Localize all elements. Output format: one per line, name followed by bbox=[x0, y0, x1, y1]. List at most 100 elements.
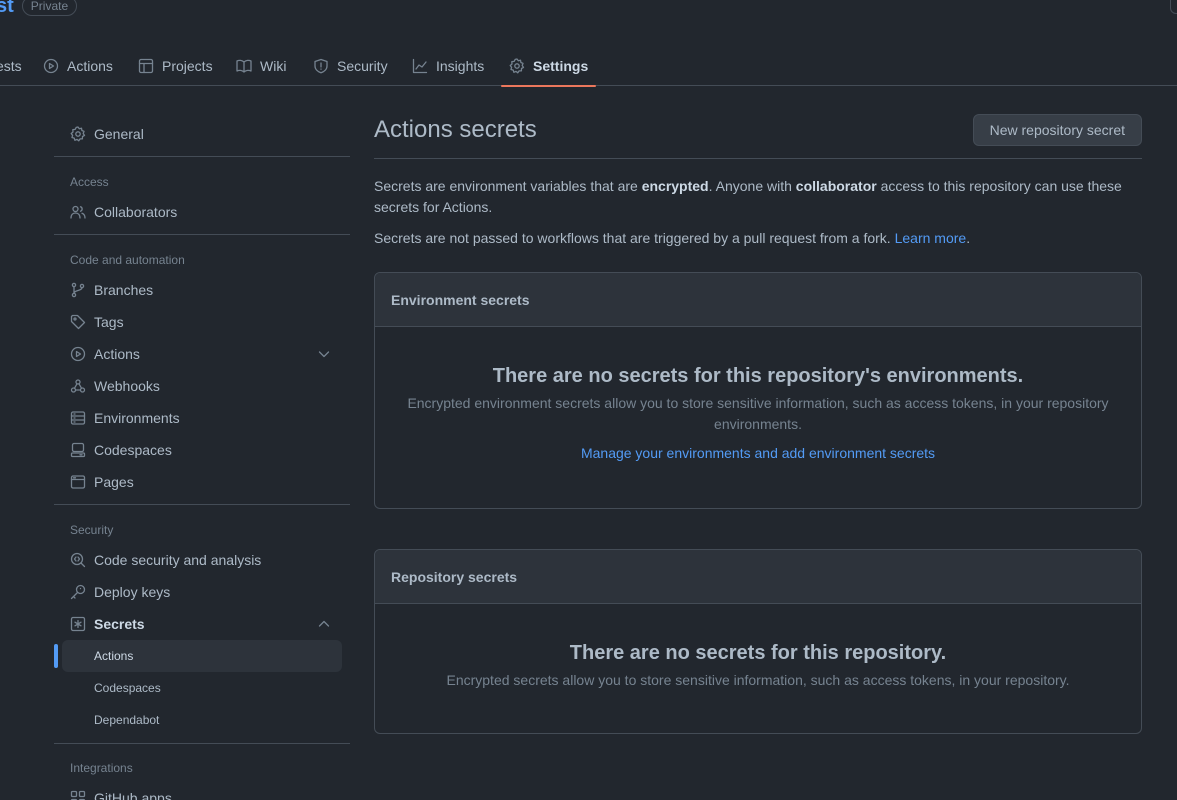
fork-note-text: Secrets are not passed to workflows that… bbox=[374, 230, 895, 246]
fork-note: Secrets are not passed to workflows that… bbox=[374, 228, 1142, 249]
learn-more-link[interactable]: Learn more bbox=[895, 230, 967, 246]
sidebar-item-label: General bbox=[94, 126, 144, 142]
repo-tabs: ests Actions Projects Wiki Security Insi… bbox=[0, 46, 1177, 87]
tab-actions[interactable]: Actions bbox=[43, 46, 113, 86]
tab-settings[interactable]: Settings bbox=[500, 46, 597, 87]
empty-title: There are no secrets for this repository… bbox=[492, 365, 1024, 387]
tab-settings-label: Settings bbox=[533, 58, 589, 74]
sidebar-item-label: Deploy keys bbox=[94, 584, 171, 600]
sidebar-item-branches[interactable]: Branches bbox=[54, 274, 342, 306]
sidebar-item-code-security[interactable]: Code security and analysis bbox=[54, 544, 342, 576]
divider bbox=[54, 504, 350, 505]
manage-environments-link[interactable]: Manage your environments and add environ… bbox=[581, 445, 935, 461]
play-icon bbox=[43, 58, 59, 74]
intro-part: . Anyone with bbox=[708, 178, 796, 194]
gear-icon bbox=[70, 126, 86, 142]
divider bbox=[54, 234, 350, 235]
divider bbox=[54, 743, 350, 744]
sidebar-item-environments[interactable]: Environments bbox=[54, 402, 342, 434]
sidebar-subitem-secrets-dependabot[interactable]: Dependabot bbox=[62, 704, 342, 736]
codespaces-icon bbox=[70, 442, 86, 458]
asterisk-square-icon bbox=[70, 616, 86, 632]
chevron-down-icon[interactable] bbox=[316, 346, 332, 362]
shield-icon bbox=[313, 58, 329, 74]
environment-secrets-empty-state: There are no secrets for this repository… bbox=[375, 365, 1141, 461]
repository-secrets-box: Repository secrets There are no secrets … bbox=[374, 549, 1142, 734]
tab-projects-label: Projects bbox=[162, 58, 213, 74]
intro-part: Secrets are environment variables that a… bbox=[374, 178, 642, 194]
empty-title: There are no secrets for this repository… bbox=[569, 642, 947, 664]
sidebar-item-github-apps[interactable]: GitHub apps bbox=[54, 782, 342, 800]
intro-bold: encrypted bbox=[641, 178, 709, 194]
repo-name-link[interactable]: st bbox=[0, 0, 14, 18]
page-title: Actions secrets bbox=[374, 116, 537, 143]
intro-bold: collaborator bbox=[795, 178, 877, 194]
visibility-badge: Private bbox=[21, 0, 78, 16]
fork-note-period: . bbox=[966, 230, 971, 246]
chevron-up-icon[interactable] bbox=[316, 616, 332, 632]
manage-environments-wrap: Manage your environments and add environ… bbox=[407, 445, 1109, 461]
empty-description: Encrypted environment secrets allow you … bbox=[407, 395, 1109, 432]
server-icon bbox=[70, 410, 86, 426]
sidebar-item-label: Pages bbox=[94, 474, 134, 490]
tab-wiki[interactable]: Wiki bbox=[236, 46, 286, 86]
sidebar-subitem-secrets-codespaces[interactable]: Codespaces bbox=[62, 672, 342, 704]
play-icon bbox=[70, 346, 86, 362]
tab-projects[interactable]: Projects bbox=[138, 46, 213, 86]
tab-wiki-label: Wiki bbox=[260, 58, 287, 74]
sidebar-item-label: Codespaces bbox=[94, 442, 172, 458]
sidebar-item-deploy-keys[interactable]: Deploy keys bbox=[54, 576, 342, 608]
apps-icon bbox=[70, 790, 86, 800]
tag-icon bbox=[70, 314, 86, 330]
sidebar-item-codespaces[interactable]: Codespaces bbox=[54, 434, 342, 466]
webhook-icon bbox=[70, 378, 86, 394]
sidebar-item-tags[interactable]: Tags bbox=[54, 306, 342, 338]
repository-secrets-empty-state: There are no secrets for this repository… bbox=[375, 642, 1141, 691]
branch-icon bbox=[70, 282, 86, 298]
section-heading-code-automation: Code and automation bbox=[70, 253, 185, 267]
section-heading-integrations: Integrations bbox=[70, 761, 133, 775]
environment-secrets-heading: Environment secrets bbox=[375, 273, 1141, 327]
tab-insights-label: Insights bbox=[436, 58, 485, 74]
graph-icon bbox=[412, 58, 428, 74]
people-icon bbox=[70, 204, 86, 220]
sidebar-item-pages[interactable]: Pages bbox=[54, 466, 342, 498]
gear-icon bbox=[509, 58, 525, 74]
divider bbox=[54, 156, 350, 157]
codescan-icon bbox=[70, 552, 86, 568]
book-icon bbox=[236, 58, 252, 74]
new-repository-secret-button[interactable]: New repository secret bbox=[972, 114, 1142, 146]
empty-description: Encrypted secrets allow you to store sen… bbox=[446, 672, 1070, 688]
sidebar-item-actions[interactable]: Actions bbox=[54, 338, 342, 370]
repository-secrets-heading: Repository secrets bbox=[375, 550, 1141, 604]
sidebar-item-label: Secrets bbox=[94, 616, 145, 632]
sidebar-item-label: Tags bbox=[94, 314, 124, 330]
table-icon bbox=[138, 58, 154, 74]
section-heading-security: Security bbox=[70, 523, 114, 537]
tab-security[interactable]: Security bbox=[313, 46, 388, 86]
repo-header: st Private bbox=[0, 0, 78, 18]
intro-text: Secrets are environment variables that a… bbox=[374, 176, 1142, 218]
environment-secrets-box: Environment secrets There are no secrets… bbox=[374, 272, 1142, 509]
sidebar-subitem-secrets-actions[interactable]: Actions bbox=[54, 640, 342, 672]
sidebar-item-secrets[interactable]: Secrets bbox=[54, 608, 342, 640]
tab-pull-requests-label: ests bbox=[0, 58, 22, 74]
sidebar-item-webhooks[interactable]: Webhooks bbox=[54, 370, 342, 402]
header-action-button[interactable] bbox=[1170, 0, 1177, 14]
sidebar-item-label: Branches bbox=[94, 282, 154, 298]
key-icon bbox=[70, 584, 86, 600]
sidebar-item-general[interactable]: General bbox=[54, 118, 342, 150]
sidebar-item-label: Actions bbox=[94, 346, 140, 362]
divider bbox=[374, 158, 1142, 159]
tab-pull-requests[interactable]: ests bbox=[0, 46, 22, 86]
tab-actions-label: Actions bbox=[67, 58, 113, 74]
sidebar-item-label: GitHub apps bbox=[94, 790, 172, 800]
browser-icon bbox=[70, 474, 86, 490]
sidebar-item-label: Collaborators bbox=[94, 204, 178, 220]
sidebar-item-collaborators[interactable]: Collaborators bbox=[54, 196, 342, 228]
tab-security-label: Security bbox=[337, 58, 388, 74]
sidebar-item-label: Environments bbox=[94, 410, 180, 426]
sidebar-item-label: Webhooks bbox=[94, 378, 160, 394]
tab-insights[interactable]: Insights bbox=[412, 46, 484, 86]
section-heading-access: Access bbox=[70, 175, 109, 189]
